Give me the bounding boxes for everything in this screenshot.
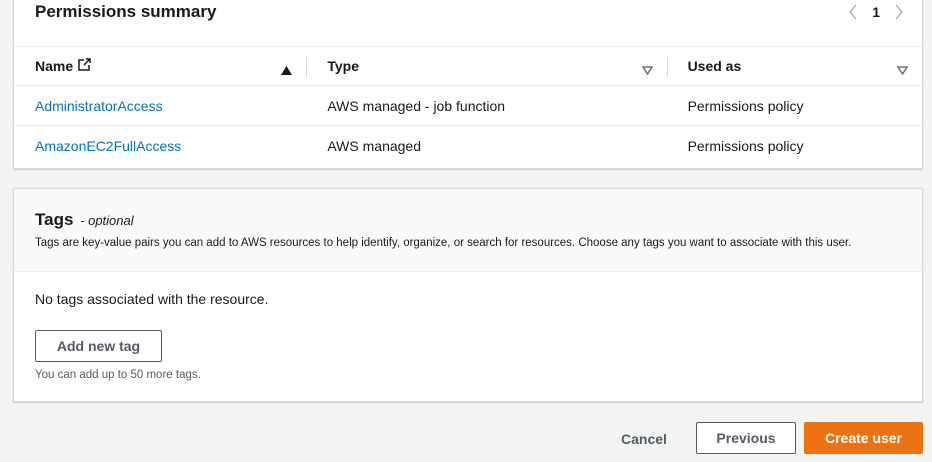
cell-type: AWS managed - job function [327,97,506,114]
add-new-tag-button[interactable]: Add new tag [35,330,162,362]
cancel-button[interactable]: Cancel [610,423,678,455]
table-row: AdministratorAccess AWS managed - job fu… [14,86,922,126]
column-label: Used as [687,58,742,74]
optional-label: - optional [80,213,134,228]
sort-icon[interactable] [641,62,653,78]
column-header-type[interactable]: Type [306,47,666,85]
cell-name: AdministratorAccess [14,98,306,114]
previous-button[interactable]: Previous [696,422,796,454]
tags-panel: Tags - optional Tags are key-value pairs… [13,188,923,402]
cell-type: AWS managed [327,138,421,154]
page-number[interactable]: 1 [872,4,880,20]
column-header-name[interactable]: Name [14,47,306,85]
sort-ascending-icon[interactable] [281,62,293,78]
table-row: AmazonEC2FullAccess AWS managed Permissi… [14,126,922,166]
tags-body: No tags associated with the resource. Ad… [14,272,922,402]
pagination: 1 [848,4,904,20]
external-link-icon [78,58,92,74]
tags-title: Tags - optional [35,210,134,230]
chevron-right-icon[interactable] [894,4,904,20]
permissions-summary-panel: Permissions summary 1 Name Type Used as … [13,0,923,169]
tags-header: Tags - optional Tags are key-value pairs… [14,189,922,272]
cell-used-as: Permissions policy [687,138,804,154]
empty-tags-text: No tags associated with the resource. [35,291,269,307]
chevron-left-icon[interactable] [848,4,858,20]
tags-description: Tags are key-value pairs you can add to … [35,237,852,249]
policy-link[interactable]: AdministratorAccess [35,98,163,114]
cell-name: AmazonEC2FullAccess [14,138,306,154]
cell-used-as: Permissions policy [687,97,804,114]
create-user-button[interactable]: Create user [804,422,923,454]
table-header: Name Type Used as [14,46,922,86]
column-divider [306,57,308,77]
column-divider [666,57,668,77]
permissions-header: Permissions summary 1 [14,0,922,46]
permissions-title: Permissions summary [35,2,217,21]
tags-title-text: Tags [35,210,74,229]
column-label: Name [35,58,74,74]
sort-icon[interactable] [896,62,909,78]
column-header-used-as[interactable]: Used as [666,47,922,85]
column-label: Type [327,58,359,74]
tags-limit-hint: You can add up to 50 more tags. [35,369,201,381]
policy-link[interactable]: AmazonEC2FullAccess [35,138,181,154]
permissions-table: Name Type Used as AdministratorAccess AW… [14,46,922,166]
